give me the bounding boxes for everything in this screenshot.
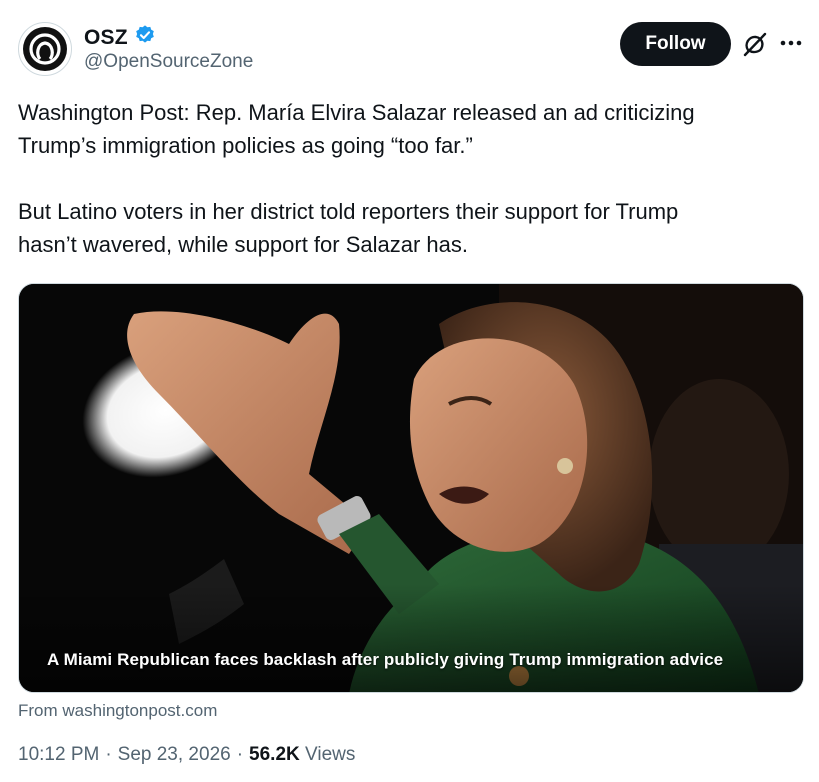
author-handle[interactable]: @OpenSourceZone <box>84 51 253 73</box>
meta-separator: · <box>236 744 244 765</box>
more-icon[interactable] <box>778 32 804 54</box>
verified-badge-icon <box>134 24 156 51</box>
tweet-meta: 10:12 PM · Sep 23, 2026 · 56.2K Views <box>18 744 355 766</box>
link-card[interactable]: A Miami Republican faces backlash after … <box>18 283 804 693</box>
avatar[interactable] <box>18 22 72 76</box>
follow-button[interactable]: Follow <box>620 22 731 66</box>
grok-icon[interactable] <box>742 31 768 57</box>
link-source[interactable]: From washingtonpost.com <box>18 701 217 721</box>
open-source-logo-icon <box>23 27 67 71</box>
tweet-date[interactable]: Sep 23, 2026 <box>118 744 231 766</box>
meta-separator: · <box>105 744 112 765</box>
views-count: 56.2K <box>249 744 300 765</box>
views-label: Views <box>305 744 356 765</box>
author-name-row[interactable]: OSZ <box>84 24 156 51</box>
tweet-text: Washington Post: Rep. María Elvira Salaz… <box>18 100 695 257</box>
tweet-time[interactable]: 10:12 PM <box>18 744 99 766</box>
display-name[interactable]: OSZ <box>84 26 128 50</box>
article-photo <box>19 284 803 692</box>
link-card-caption[interactable]: A Miami Republican faces backlash after … <box>47 650 723 670</box>
